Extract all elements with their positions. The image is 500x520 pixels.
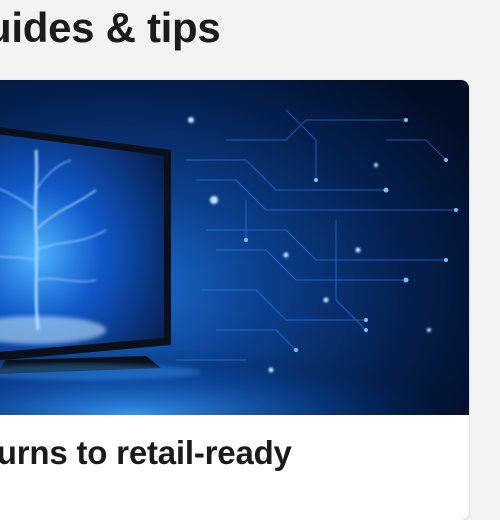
card-description: [22, 492, 469, 518]
section-heading: uides & tips: [0, 4, 221, 51]
tv-circuit-illustration: [0, 80, 469, 415]
card-title[interactable]: turns to retail-ready: [0, 434, 292, 472]
guide-card[interactable]: turns to retail-ready: [0, 80, 469, 520]
